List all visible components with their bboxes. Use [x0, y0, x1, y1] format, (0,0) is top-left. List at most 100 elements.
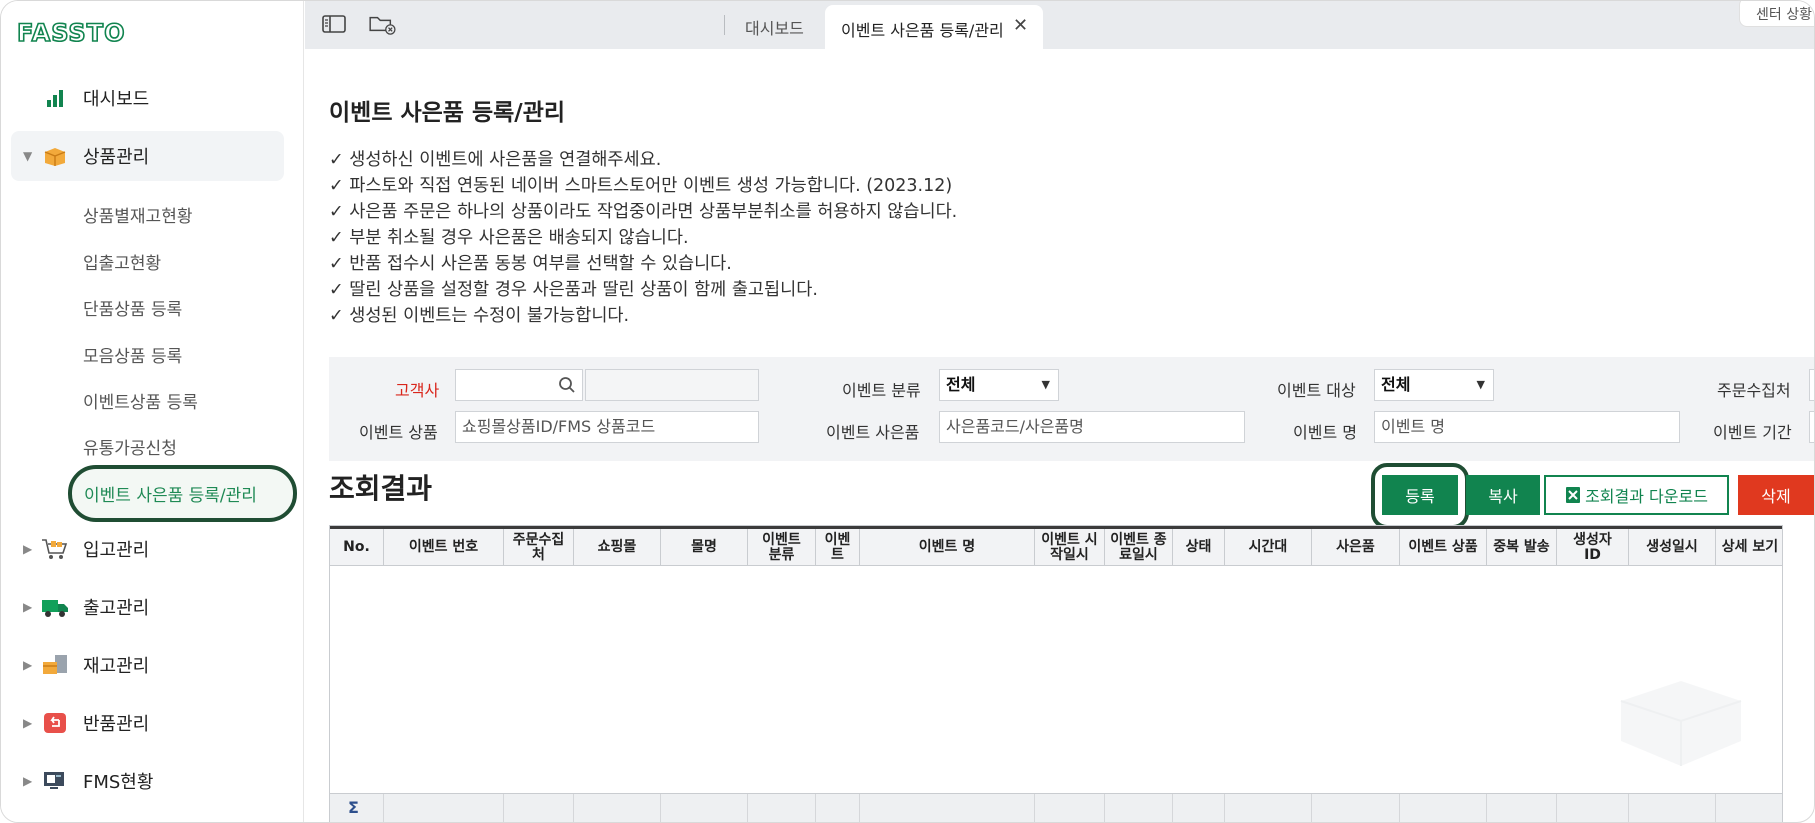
app-window: FASSTO 대시보드 ▼ 상품관리 상품별재고현황 입출고현황 단품상품 등록… — [0, 0, 1815, 823]
sidebar-toggle-icon[interactable] — [321, 13, 347, 35]
box-icon — [41, 144, 69, 168]
column-header[interactable]: 이벤트 분류 — [748, 529, 816, 566]
excel-icon — [1566, 487, 1581, 503]
column-header[interactable]: 이벤트 — [816, 529, 860, 566]
column-header[interactable]: 이벤트 명 — [860, 529, 1035, 566]
tab-event-gift[interactable]: 이벤트 사은품 등록/관리 ✕ — [825, 5, 1043, 49]
results-grid: No. 이벤트 번호 주문수집처 쇼핑몰 몰명 이벤트 분류 이벤트 이벤트 명… — [329, 525, 1783, 822]
summary-cell — [1400, 794, 1487, 822]
event-product-label: 이벤트 상품 — [359, 423, 438, 442]
event-type-label: 이벤트 분류 — [842, 381, 921, 400]
sidebar-item-returns[interactable]: ▶ 반품관리 — [1, 698, 304, 748]
column-header[interactable]: 몰명 — [661, 529, 748, 566]
chevron-right-icon: ▶ — [23, 658, 33, 672]
event-name-label: 이벤트 명 — [1293, 423, 1357, 442]
summary-cell — [1487, 794, 1557, 822]
sidebar-item-label: 대시보드 — [83, 89, 150, 110]
download-button-label: 조회결과 다운로드 — [1585, 487, 1708, 506]
download-button[interactable]: 조회결과 다운로드 — [1544, 475, 1729, 515]
summary-cell — [1035, 794, 1105, 822]
order-source-select[interactable] — [1809, 369, 1814, 401]
sidebar-item-inbound[interactable]: ▶ 입고관리 — [1, 524, 304, 574]
chevron-right-icon: ▶ — [23, 716, 33, 730]
summary-cell — [1105, 794, 1173, 822]
tab-dashboard[interactable]: 대시보드 — [745, 15, 804, 39]
gift-input[interactable]: 사은품코드/사은품명 — [939, 411, 1245, 443]
sidebar-subitem-label: 이벤트 사은품 등록/관리 — [84, 486, 257, 506]
notice-list: ✓ 생성하신 이벤트에 사은품을 연결해주세요. ✓ 파스토와 직접 연동된 네… — [329, 147, 957, 329]
column-header[interactable]: 이벤트 시작일시 — [1035, 529, 1105, 566]
column-header[interactable]: 이벤트 상품 — [1400, 529, 1487, 566]
cart-icon — [41, 537, 69, 561]
summary-cell — [1312, 794, 1400, 822]
tab-label: 이벤트 사은품 등록/관리 — [841, 21, 1004, 40]
notice-item: ✓ 사은품 주문은 하나의 상품이라도 작업중이라면 상품부분취소를 허용하지 … — [329, 202, 958, 222]
notice-item: ✓ 딸린 상품을 설정할 경우 사은품과 딸린 상품이 함께 출고됩니다. — [329, 280, 818, 300]
page-title: 이벤트 사은품 등록/관리 — [329, 100, 566, 126]
column-header[interactable]: 상세 보기 — [1716, 529, 1784, 566]
sidebar-subitem[interactable]: 단품상품 등록 — [83, 295, 182, 320]
delete-button[interactable]: 삭제 — [1738, 475, 1814, 515]
event-target-select[interactable]: 전체 ▼ — [1374, 369, 1494, 401]
column-header[interactable]: 시간대 — [1225, 529, 1312, 566]
event-type-value: 전체 — [946, 375, 976, 394]
sidebar: FASSTO 대시보드 ▼ 상품관리 상품별재고현황 입출고현황 단품상품 등록… — [1, 1, 304, 822]
event-name-input[interactable]: 이벤트 명 — [1374, 411, 1680, 443]
customer-search-input[interactable] — [455, 369, 583, 401]
sidebar-item-fms[interactable]: ▶ FMS현황 — [1, 756, 304, 806]
column-header[interactable]: 쇼핑몰 — [574, 529, 661, 566]
chevron-right-icon: ▶ — [23, 774, 33, 788]
empty-box-illustration — [1620, 681, 1742, 766]
notice-item: ✓ 부분 취소될 경우 사은품은 배송되지 않습니다. — [329, 228, 689, 248]
notice-item: ✓ 생성하신 이벤트에 사은품을 연결해주세요. — [329, 150, 662, 170]
copy-button[interactable]: 복사 — [1466, 475, 1540, 515]
highlight-ring — [1371, 463, 1469, 529]
chevron-down-icon: ▼ — [23, 149, 33, 163]
center-status-chip[interactable]: 센터 상황 — [1739, 1, 1814, 27]
folder-close-icon[interactable] — [367, 13, 399, 35]
sidebar-item-outbound[interactable]: ▶ 출고관리 — [1, 582, 304, 632]
chevron-right-icon: ▶ — [23, 542, 33, 556]
summary-cell — [574, 794, 661, 822]
truck-icon — [41, 595, 69, 619]
sidebar-subitem[interactable]: 상품별재고현황 — [83, 202, 192, 227]
event-period-input[interactable] — [1809, 411, 1814, 443]
sidebar-item-dashboard[interactable]: 대시보드 — [1, 73, 304, 123]
caret-down-icon: ▼ — [1476, 378, 1485, 391]
column-header[interactable]: 주문수집처 — [504, 529, 574, 566]
search-icon[interactable] — [558, 376, 576, 394]
column-header[interactable]: 이벤트 번호 — [384, 529, 504, 566]
sidebar-subitem[interactable]: 모음상품 등록 — [83, 342, 182, 367]
notice-item: ✓ 파스토와 직접 연동된 네이버 스마트스토어만 이벤트 생성 가능합니다. … — [329, 176, 953, 196]
sidebar-item-inventory[interactable]: ▶ 재고관리 — [1, 640, 304, 690]
close-icon[interactable]: ✕ — [1013, 15, 1028, 36]
sidebar-subitem[interactable]: 유통가공신청 — [83, 434, 177, 459]
column-header[interactable]: No. — [330, 529, 384, 566]
summary-cell — [1173, 794, 1225, 822]
inventory-icon — [41, 653, 69, 677]
column-header[interactable]: 상태 — [1173, 529, 1225, 566]
summary-cell — [748, 794, 816, 822]
fassto-logo[interactable]: FASSTO — [17, 17, 147, 47]
sidebar-item-products[interactable]: ▼ 상품관리 — [11, 131, 284, 181]
event-target-label: 이벤트 대상 — [1277, 381, 1356, 400]
event-type-select[interactable]: 전체 ▼ — [939, 369, 1059, 401]
gift-label: 이벤트 사은품 — [826, 423, 920, 442]
column-header[interactable]: 생성자 ID — [1557, 529, 1629, 566]
column-header[interactable]: 이벤트 종료일시 — [1105, 529, 1173, 566]
customer-name-field — [585, 369, 759, 401]
grid-summary-row: Σ — [330, 793, 1782, 822]
sidebar-subitem-active[interactable]: 이벤트 사은품 등록/관리 — [68, 465, 297, 522]
summary-cell — [384, 794, 504, 822]
column-header[interactable]: 사은품 — [1312, 529, 1400, 566]
sidebar-item-label: FMS현황 — [83, 772, 154, 793]
column-header[interactable]: 중복 발송 — [1487, 529, 1557, 566]
column-header[interactable]: 생성일시 — [1629, 529, 1716, 566]
summary-cell — [816, 794, 860, 822]
grid-header: No. 이벤트 번호 주문수집처 쇼핑몰 몰명 이벤트 분류 이벤트 이벤트 명… — [330, 526, 1782, 566]
sidebar-item-label: 반품관리 — [83, 714, 150, 735]
sidebar-subitem[interactable]: 이벤트상품 등록 — [83, 388, 198, 413]
event-product-input[interactable]: 쇼핑몰상품ID/FMS 상품코드 — [455, 411, 759, 443]
summary-cell — [860, 794, 1035, 822]
sidebar-subitem[interactable]: 입출고현황 — [83, 249, 161, 274]
